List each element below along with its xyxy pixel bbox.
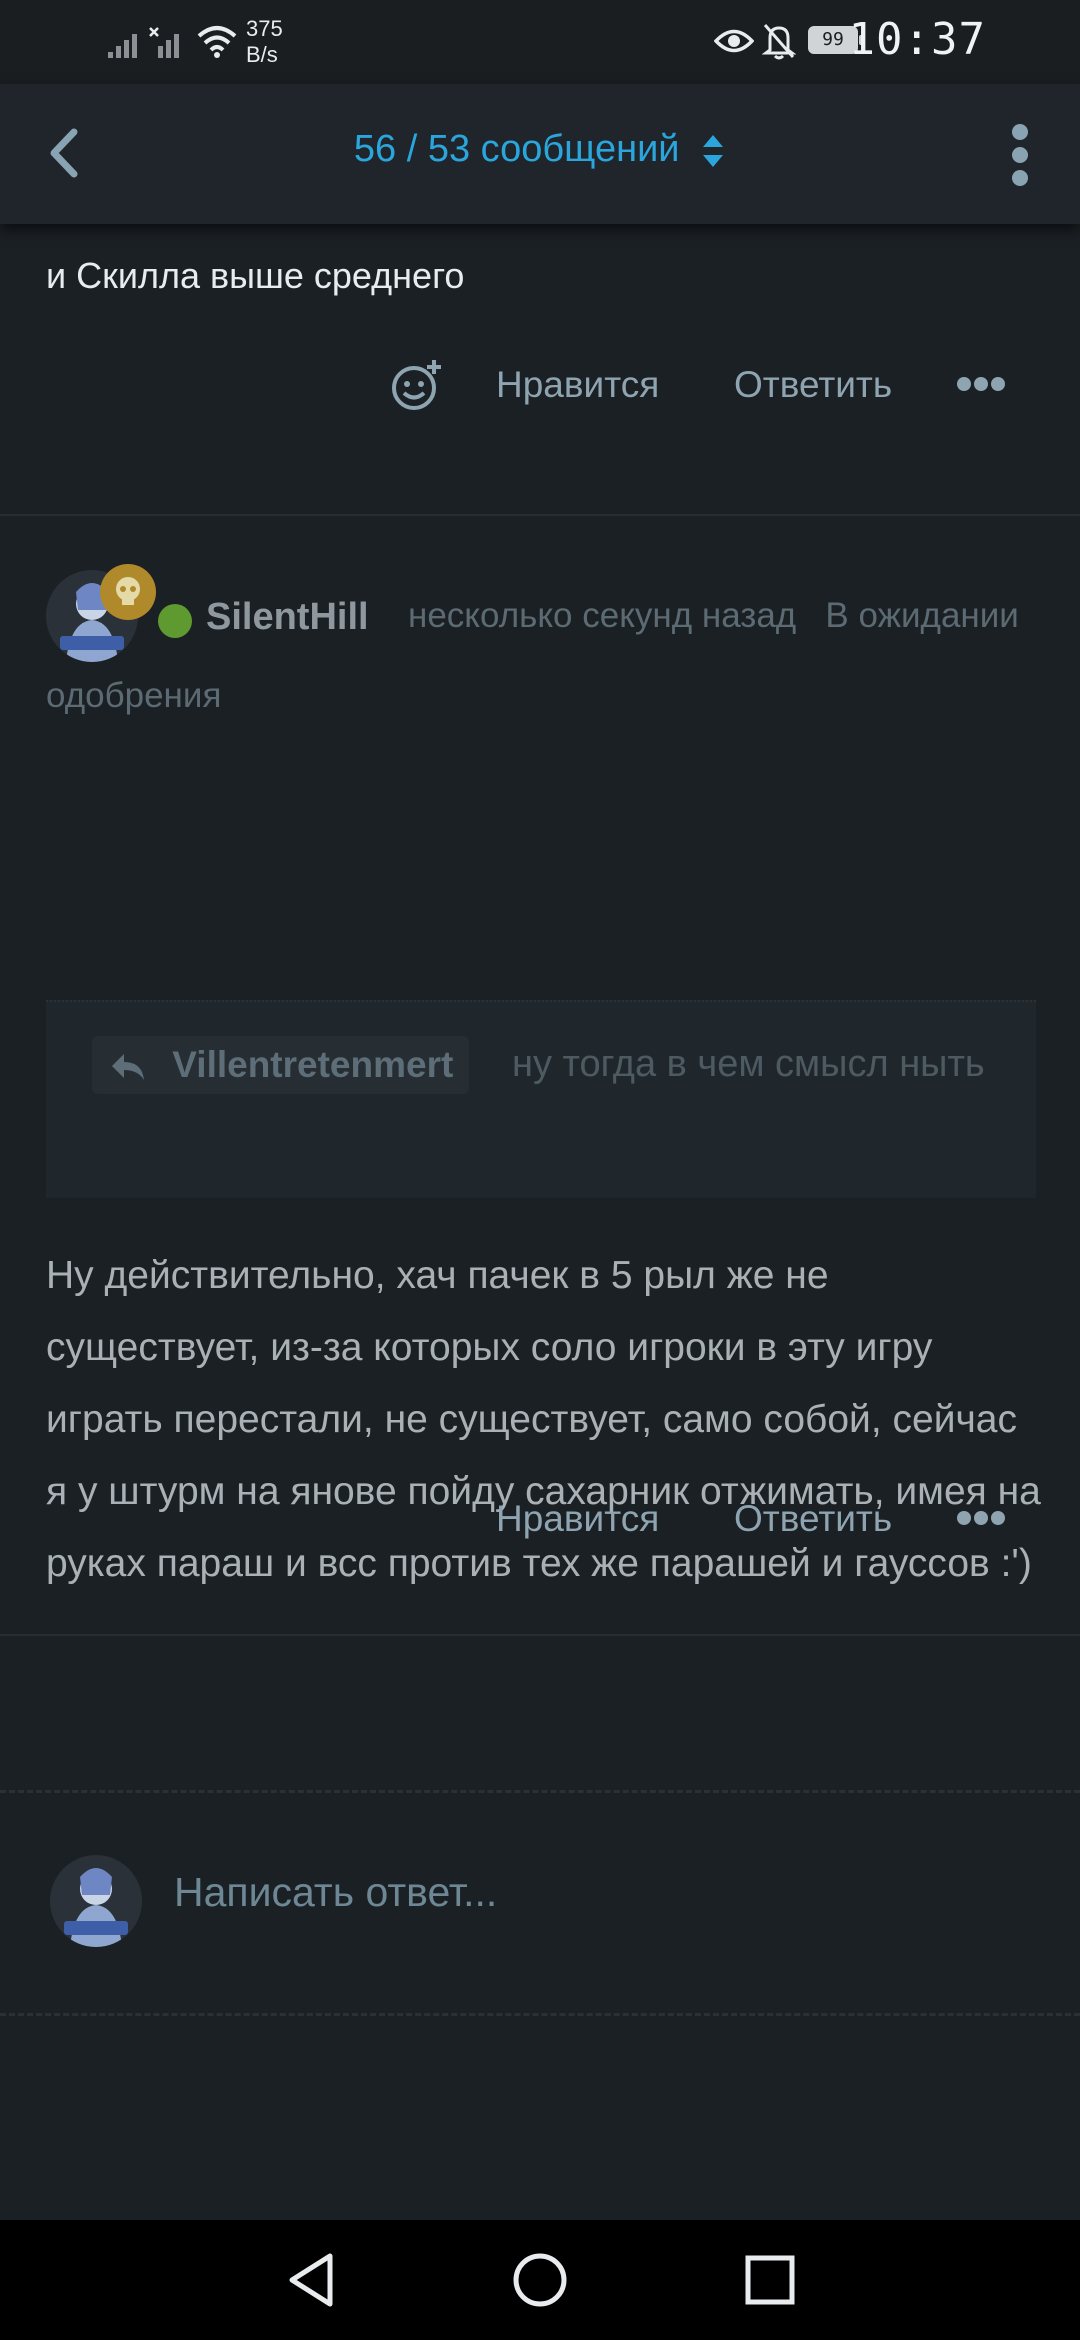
like-button[interactable]: Нравится: [496, 364, 659, 406]
add-reaction-icon[interactable]: [390, 358, 446, 414]
wifi-icon: [197, 26, 237, 58]
message-counter-selector[interactable]: 56 / 53 сообщений: [0, 128, 1080, 171]
network-speed: 375 B/s: [246, 16, 306, 68]
system-nav-bar: [0, 2220, 1080, 2340]
more-horizontal-icon[interactable]: [956, 374, 1006, 394]
reply-button[interactable]: Ответить: [734, 364, 892, 406]
quote-text: ну тогда в чем смысл ныть: [512, 1043, 985, 1085]
reply-input[interactable]: Написать ответ...: [174, 1869, 497, 1916]
nav-back-icon[interactable]: [284, 2250, 340, 2310]
more-horizontal-icon[interactable]: [956, 1508, 1006, 1528]
network-speed-unit: B/s: [246, 42, 278, 67]
nav-recents-icon[interactable]: [742, 2250, 798, 2310]
post-divider: [0, 1634, 1080, 1636]
sort-arrows-icon: [703, 134, 724, 167]
prev-post-actions: Нравится Ответить: [0, 358, 1080, 422]
prev-post-text: и Скилла выше среднего: [46, 255, 465, 296]
network-speed-value: 375: [246, 16, 283, 41]
status-bar: 375 B/s 99 10:37: [0, 0, 1080, 84]
post-time: несколько секунд назад: [408, 596, 797, 635]
like-button[interactable]: Нравится: [496, 1498, 659, 1540]
signal-icon: [108, 34, 137, 58]
quote-block: Villentretenmert ну тогда в чем смысл ны…: [46, 1000, 1036, 1198]
my-avatar: [50, 1855, 142, 1947]
post-actions: Нравится Ответить: [0, 1492, 1080, 1556]
nav-home-icon[interactable]: [510, 2250, 570, 2310]
more-vertical-icon: [1012, 124, 1028, 186]
avatar-image: [50, 1855, 142, 1947]
clock: 10:37: [848, 14, 986, 65]
reply-button[interactable]: Ответить: [734, 1498, 892, 1540]
post-divider: [0, 514, 1080, 516]
more-menu-button[interactable]: [990, 120, 1050, 190]
post-meta: несколько секунд назад В ожидании одобре…: [46, 576, 1046, 736]
reply-composer[interactable]: Написать ответ...: [0, 1790, 1080, 2016]
page-title: 56 / 53 сообщений: [353, 128, 680, 170]
app-header: 56 / 53 сообщений: [0, 84, 1080, 224]
bell-muted-icon: [762, 24, 796, 60]
eye-icon: [714, 29, 754, 53]
signal-no-service-icon: [149, 27, 179, 58]
